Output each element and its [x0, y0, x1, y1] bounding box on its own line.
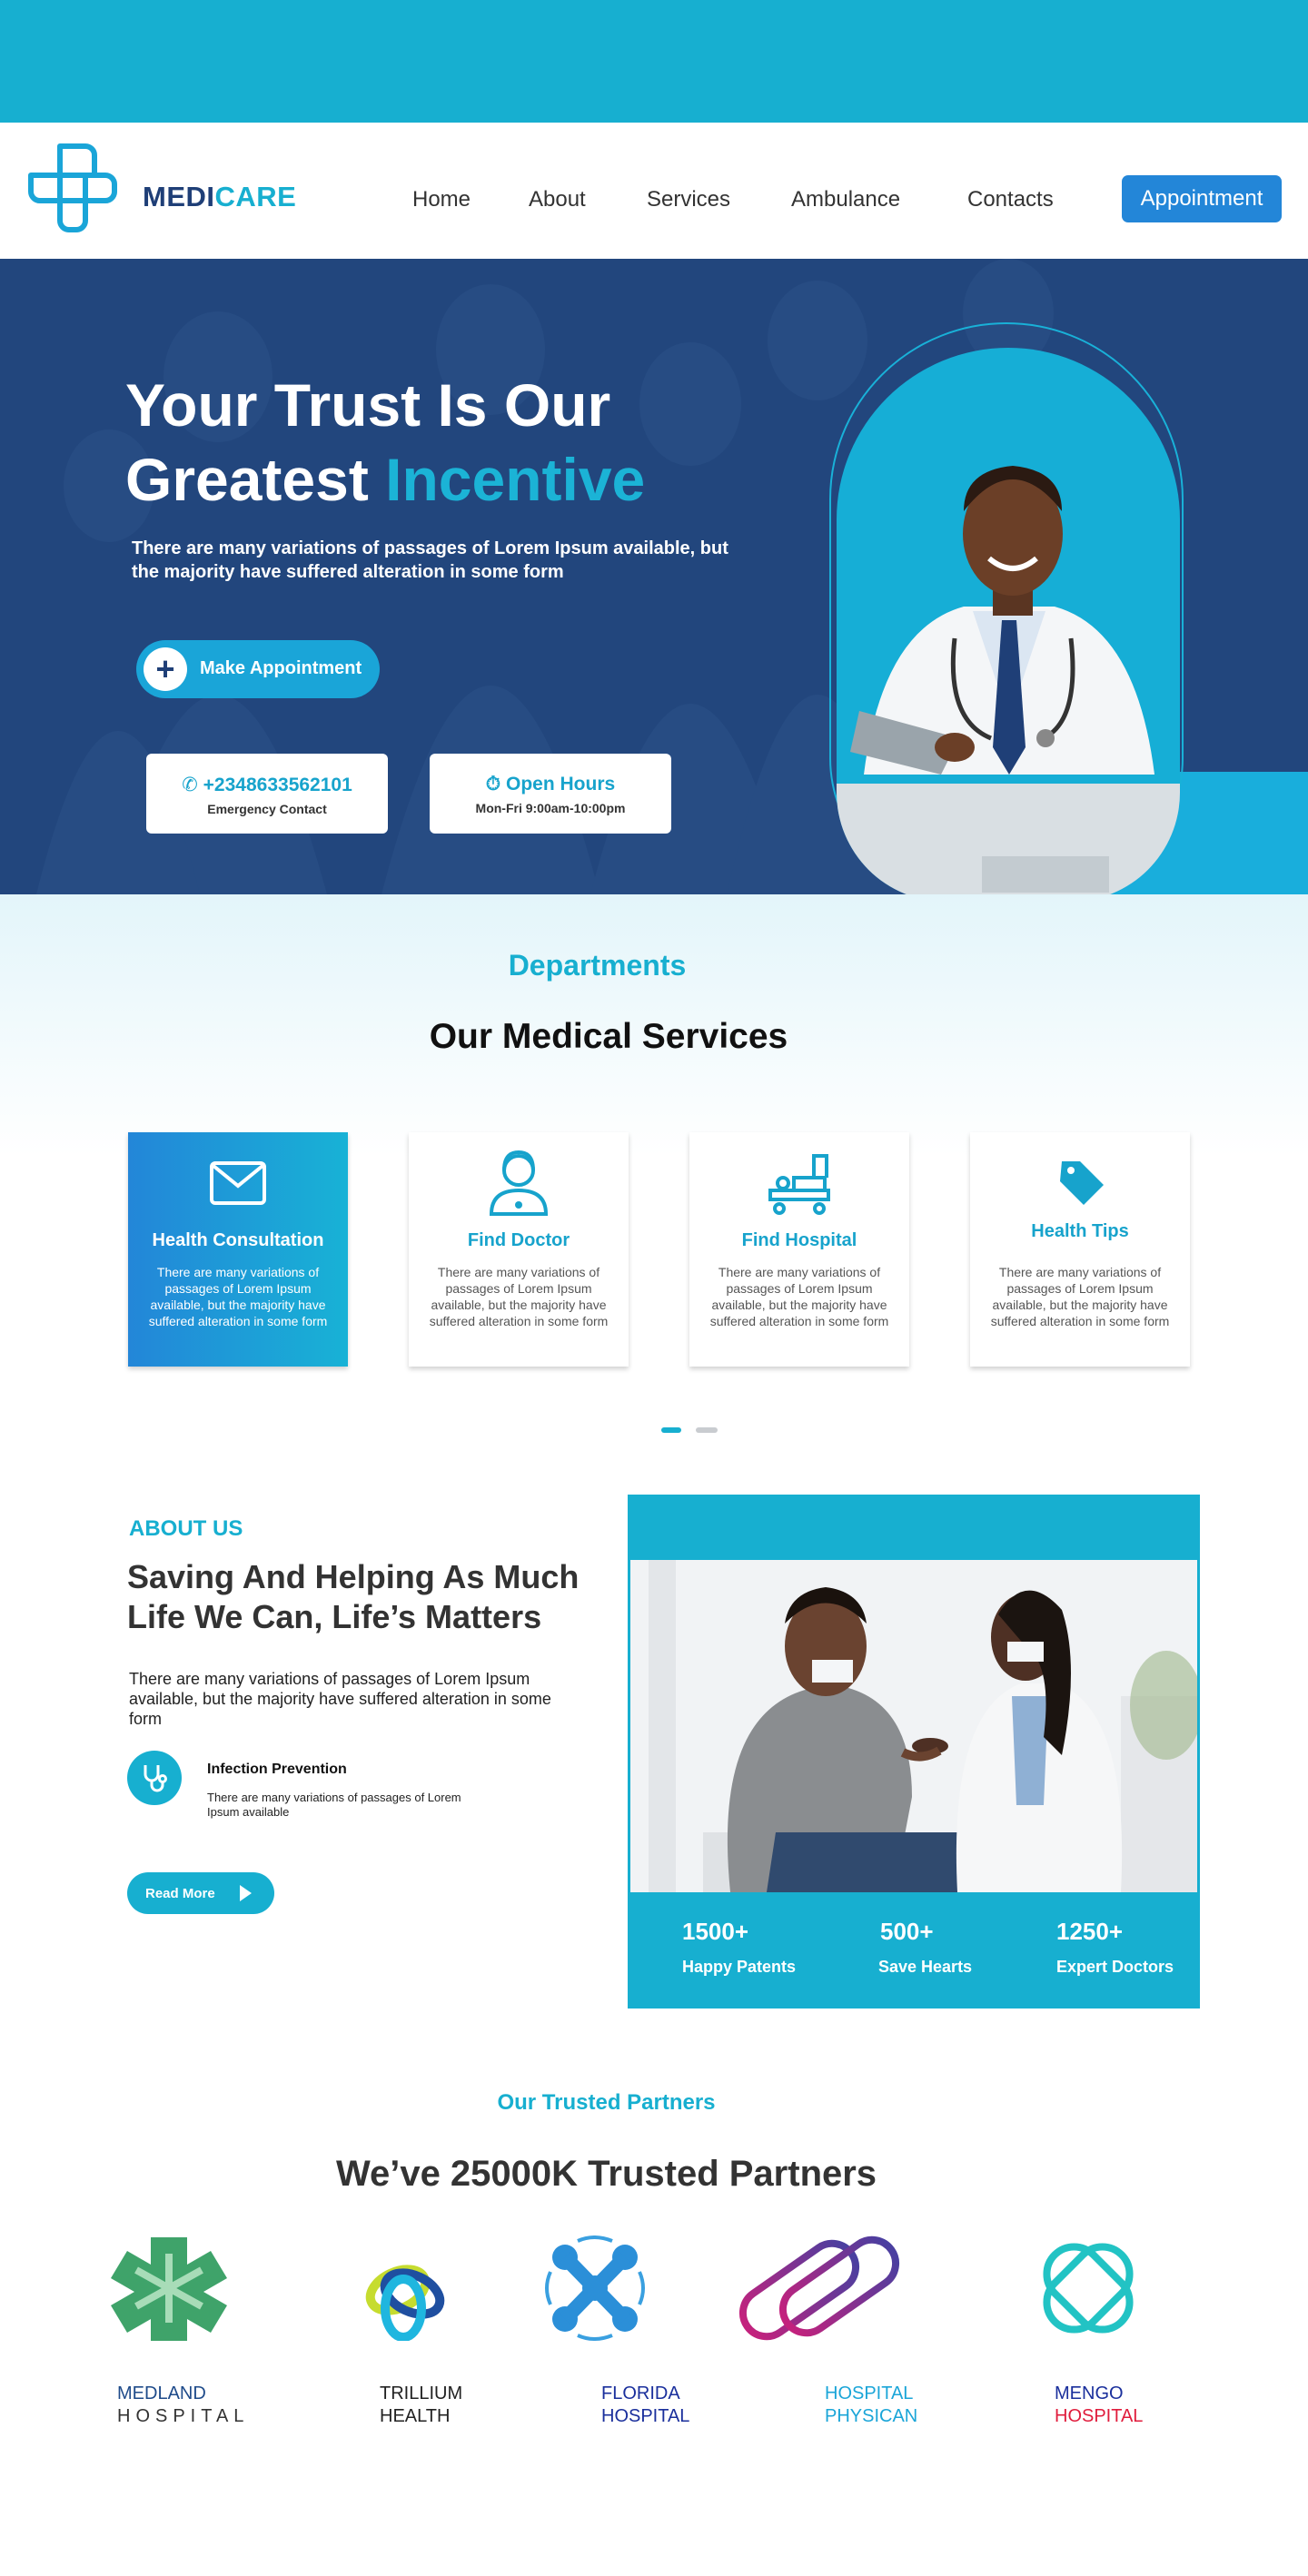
envelope-icon [210, 1161, 266, 1205]
feature-title: Infection Prevention [207, 1762, 347, 1777]
emergency-contact-card[interactable]: ✆ +2348633562101 Emergency Contact [146, 754, 388, 834]
partner-name-line1: TRILLIUM [380, 2384, 463, 2403]
service-title: Find Doctor [467, 1230, 570, 1250]
make-appointment-label: Make Appointment [200, 658, 362, 678]
departments-kicker: Departments [508, 949, 687, 982]
open-hours-value: Mon-Fri 9:00am-10:00pm [475, 801, 626, 815]
medland-logo-icon[interactable] [111, 2235, 227, 2341]
hero-title: Your Trust Is Our Greatest Incentive [125, 368, 645, 517]
doctor-photo [837, 348, 1180, 894]
service-title: Find Hospital [741, 1230, 857, 1250]
read-more-button[interactable]: Read More [127, 1872, 274, 1914]
stat-value: 500+ [880, 1918, 934, 1945]
nav-services[interactable]: Services [647, 187, 730, 212]
mengo-hospital-logo-icon[interactable] [1036, 2235, 1141, 2341]
plus-icon: + [144, 647, 187, 691]
about-kicker: ABOUT US [129, 1516, 243, 1541]
tag-icon [1060, 1161, 1104, 1205]
hero-title-highlight: Incentive [385, 446, 646, 513]
hero-title-line1: Your Trust Is Our [125, 371, 611, 439]
partner-name-mengo: MENGO HOSPITAL [1055, 2383, 1143, 2428]
page: MEDICARE Home About Services Ambulance C… [0, 0, 1308, 2576]
emergency-phone-number: +2348633562101 [203, 775, 352, 795]
stopwatch-icon: ⏱ [485, 774, 501, 795]
hero-section: Your Trust Is Our Greatest Incentive The… [0, 259, 1308, 894]
partner-name-line2: HOSPITAL [601, 2406, 690, 2426]
partner-name-trillium: TRILLIUM HEALTH [380, 2383, 462, 2428]
stat-value: 1500+ [682, 1918, 749, 1945]
departments-section: Departments Our Medical Services Health … [0, 894, 1308, 1476]
doctor-illustration [837, 466, 1180, 894]
partners-kicker: Our Trusted Partners [497, 2090, 716, 2115]
service-card-find-hospital[interactable]: Find Hospital There are many variations … [689, 1132, 909, 1367]
brand-name-part2: CARE [214, 181, 297, 212]
partner-name-line2: PHYSICAN [825, 2406, 918, 2426]
service-card-find-doctor[interactable]: Find Doctor There are many variations of… [409, 1132, 629, 1367]
service-description: There are many variations of passages of… [709, 1265, 889, 1328]
hero-subtitle: There are many variations of passages of… [132, 538, 728, 582]
service-card-health-consultation[interactable]: Health Consultation There are many varia… [128, 1132, 348, 1367]
partner-name-line1: HOSPITAL [825, 2384, 914, 2403]
partner-name-physican: HOSPITAL PHYSICAN [825, 2383, 917, 2428]
hospital-physican-logo-icon[interactable] [730, 2235, 907, 2341]
hero-title-plain: Greatest [125, 446, 386, 513]
nav-ambulance[interactable]: Ambulance [791, 187, 900, 212]
service-title: Health Consultation [152, 1230, 324, 1250]
partners-title: We’ve 25000K Trusted Partners [335, 2154, 877, 2194]
play-arrow-icon [240, 1885, 252, 1901]
service-description: There are many variations of passages of… [990, 1265, 1170, 1328]
nav-about[interactable]: About [529, 187, 586, 212]
hero-title-line2: Greatest Incentive [125, 442, 645, 517]
about-photo [630, 1560, 1197, 1892]
about-text: There are many variations of passages of… [129, 1670, 551, 1728]
partner-name-line1: MENGO [1055, 2384, 1124, 2403]
partner-name-line2: HOSPITAL [117, 2406, 250, 2426]
emergency-contact-label: Emergency Contact [207, 802, 327, 816]
top-band [0, 0, 1308, 123]
florida-hospital-logo-icon[interactable] [541, 2235, 649, 2341]
stat-label: Happy Patents [682, 1958, 797, 1976]
open-hours-title-text: Open Hours [506, 774, 616, 795]
emergency-phone: ✆ +2348633562101 [146, 774, 388, 796]
stat-value: 1250+ [1056, 1918, 1124, 1945]
stat-label: Expert Doctors [1056, 1958, 1174, 1976]
trillium-logo-icon[interactable] [362, 2254, 449, 2341]
carousel-dot[interactable] [696, 1427, 718, 1433]
open-hours-title: ⏱ Open Hours [430, 774, 671, 795]
brand-name-part1: MEDI [143, 181, 215, 212]
about-title: Saving And Helping As Much Life We Can, … [127, 1558, 580, 1635]
open-hours-card[interactable]: ⏱ Open Hours Mon-Fri 9:00am-10:00pm [430, 754, 671, 834]
about-stats-panel: 1500+ Happy Patents 500+ Save Hearts 125… [628, 1495, 1200, 2008]
service-card-health-tips[interactable]: Health Tips There are many variations of… [970, 1132, 1190, 1367]
read-more-label: Read More [145, 1886, 215, 1901]
service-description: There are many variations of passages of… [148, 1265, 328, 1328]
nav-contacts[interactable]: Contacts [967, 187, 1054, 212]
carousel-dot-active[interactable] [661, 1427, 681, 1433]
partner-name-line2: HEALTH [380, 2406, 451, 2426]
stat-label: Save Hearts [878, 1958, 973, 1976]
partner-name-florida: FLORIDA HOSPITAL [601, 2383, 689, 2428]
feature-text: There are many variations of passages of… [207, 1791, 461, 1819]
consultation-illustration [630, 1560, 1197, 1892]
hospital-bed-icon [768, 1154, 830, 1215]
appointment-button[interactable]: Appointment [1122, 175, 1282, 222]
brand-name[interactable]: MEDICARE [143, 181, 296, 213]
departments-title: Our Medical Services [429, 1017, 788, 1056]
partner-name-line2: HOSPITAL [1055, 2406, 1144, 2426]
doctor-icon [489, 1150, 549, 1216]
partner-name-medland: MEDLAND HOSPITAL [117, 2383, 249, 2428]
partner-name-line1: MEDLAND [117, 2384, 206, 2403]
service-title: Health Tips [1031, 1221, 1129, 1241]
stethoscope-icon [127, 1751, 182, 1805]
partner-name-line1: FLORIDA [601, 2384, 680, 2403]
make-appointment-button[interactable]: + Make Appointment [136, 640, 380, 698]
medical-cross-logo-icon[interactable] [25, 141, 120, 235]
phone-icon: ✆ [182, 775, 198, 795]
navbar: MEDICARE Home About Services Ambulance C… [0, 123, 1308, 259]
nav-home[interactable]: Home [412, 187, 471, 212]
service-description: There are many variations of passages of… [429, 1265, 609, 1328]
